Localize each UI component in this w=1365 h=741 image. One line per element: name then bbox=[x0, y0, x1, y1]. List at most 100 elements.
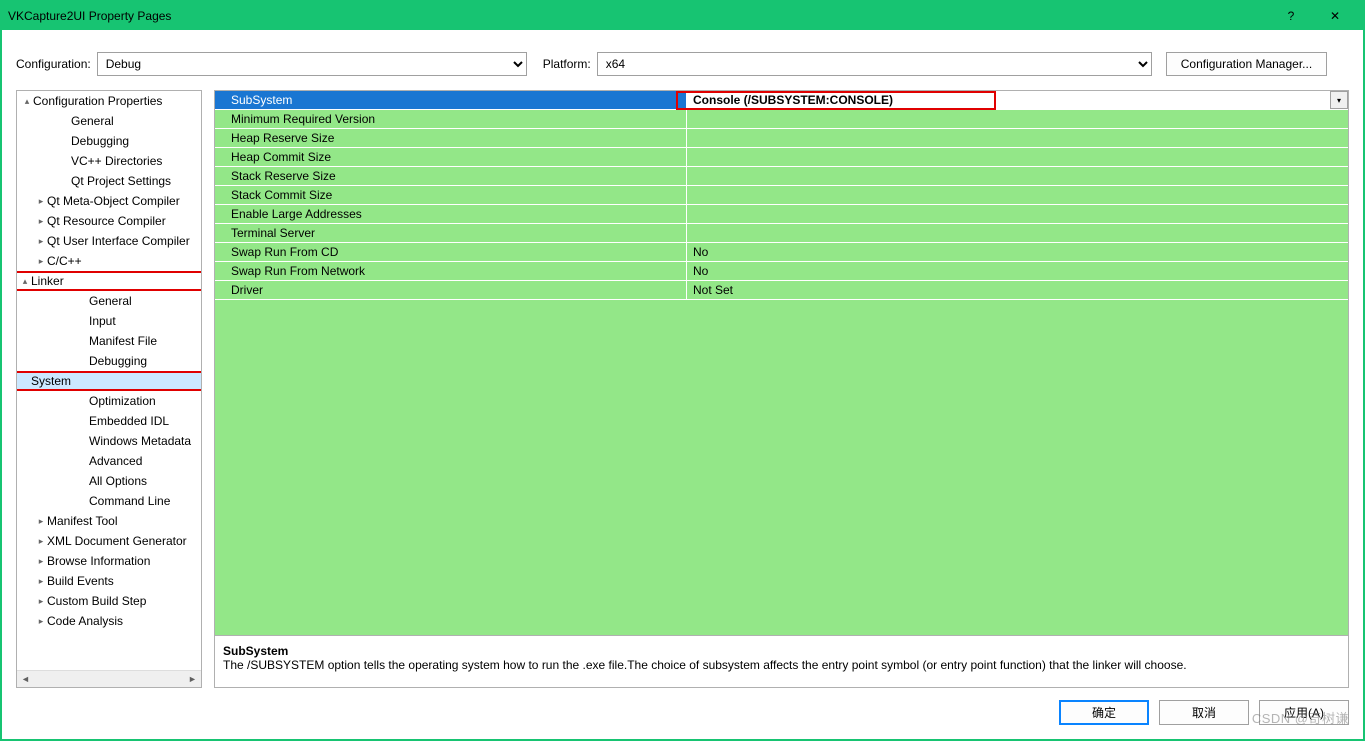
tree-item-label: Embedded IDL bbox=[89, 414, 169, 428]
tree-item-qt-project-settings[interactable]: Qt Project Settings bbox=[17, 171, 202, 191]
tree-item-command-line[interactable]: Command Line bbox=[17, 491, 202, 511]
chevron-right-icon[interactable]: ▸ bbox=[35, 536, 47, 547]
tree-item-c-c-[interactable]: ▸C/C++ bbox=[17, 251, 202, 271]
platform-select[interactable]: x64 bbox=[597, 52, 1152, 76]
property-name: SubSystem bbox=[215, 91, 687, 109]
tree-item-label: Command Line bbox=[89, 494, 170, 508]
property-name: Swap Run From Network bbox=[215, 262, 687, 280]
tree-item-browse-information[interactable]: ▸Browse Information bbox=[17, 551, 202, 571]
property-value[interactable]: No bbox=[687, 243, 1348, 261]
tree-item-configuration-properties[interactable]: ▴Configuration Properties bbox=[17, 91, 202, 111]
property-name: Heap Reserve Size bbox=[215, 129, 687, 147]
tree-item-manifest-tool[interactable]: ▸Manifest Tool bbox=[17, 511, 202, 531]
tree-item-embedded-idl[interactable]: Embedded IDL bbox=[17, 411, 202, 431]
grid-row-swap-run-from-network[interactable]: Swap Run From NetworkNo bbox=[215, 262, 1348, 281]
platform-label: Platform: bbox=[543, 57, 591, 71]
property-grid[interactable]: SubSystemConsole (/SUBSYSTEM:CONSOLE)▾Mi… bbox=[215, 91, 1348, 635]
tree-item-custom-build-step[interactable]: ▸Custom Build Step bbox=[17, 591, 202, 611]
tree-item-system[interactable]: System bbox=[16, 371, 202, 391]
property-value[interactable] bbox=[687, 205, 1348, 223]
tree-item-label: XML Document Generator bbox=[47, 534, 187, 548]
property-value[interactable] bbox=[687, 148, 1348, 166]
help-button[interactable]: ? bbox=[1269, 2, 1313, 30]
tree-item-qt-resource-compiler[interactable]: ▸Qt Resource Compiler bbox=[17, 211, 202, 231]
property-value[interactable] bbox=[687, 110, 1348, 128]
window-title: VKCapture2UI Property Pages bbox=[8, 9, 1269, 23]
property-value[interactable]: Console (/SUBSYSTEM:CONSOLE)▾ bbox=[687, 91, 1348, 109]
grid-row-stack-commit-size[interactable]: Stack Commit Size bbox=[215, 186, 1348, 205]
chevron-right-icon[interactable]: ▸ bbox=[35, 576, 47, 587]
grid-row-driver[interactable]: DriverNot Set bbox=[215, 281, 1348, 300]
tree-horizontal-scrollbar[interactable]: ◄ ► bbox=[17, 670, 201, 687]
tree-item-input[interactable]: Input bbox=[17, 311, 202, 331]
grid-row-stack-reserve-size[interactable]: Stack Reserve Size bbox=[215, 167, 1348, 186]
configuration-select[interactable]: Debug bbox=[97, 52, 527, 76]
chevron-down-icon[interactable]: ▴ bbox=[19, 276, 31, 287]
chevron-down-icon[interactable]: ▾ bbox=[1330, 91, 1348, 109]
close-icon: ✕ bbox=[1330, 9, 1340, 23]
tree-item-label: Browse Information bbox=[47, 554, 150, 568]
grid-row-heap-commit-size[interactable]: Heap Commit Size bbox=[215, 148, 1348, 167]
tree-item-code-analysis[interactable]: ▸Code Analysis bbox=[17, 611, 202, 631]
dialog-buttons: 确定 取消 应用(A) bbox=[2, 688, 1363, 739]
property-value[interactable] bbox=[687, 129, 1348, 147]
property-value[interactable]: Not Set bbox=[687, 281, 1348, 299]
grid-row-terminal-server[interactable]: Terminal Server bbox=[215, 224, 1348, 243]
chevron-right-icon[interactable]: ▸ bbox=[35, 256, 47, 267]
chevron-right-icon[interactable]: ▸ bbox=[35, 516, 47, 527]
tree-item-label: Debugging bbox=[89, 354, 147, 368]
tree-item-windows-metadata[interactable]: Windows Metadata bbox=[17, 431, 202, 451]
property-value[interactable]: No bbox=[687, 262, 1348, 280]
tree-item-debugging[interactable]: Debugging bbox=[17, 351, 202, 371]
property-value[interactable] bbox=[687, 167, 1348, 185]
tree-item-qt-user-interface-compiler[interactable]: ▸Qt User Interface Compiler bbox=[17, 231, 202, 251]
configuration-label: Configuration: bbox=[16, 57, 91, 71]
chevron-right-icon[interactable]: ▸ bbox=[35, 556, 47, 567]
chevron-right-icon[interactable]: ▸ bbox=[35, 216, 47, 227]
apply-button[interactable]: 应用(A) bbox=[1259, 700, 1349, 725]
close-button[interactable]: ✕ bbox=[1313, 2, 1357, 30]
tree-item-qt-meta-object-compiler[interactable]: ▸Qt Meta-Object Compiler bbox=[17, 191, 202, 211]
property-value[interactable] bbox=[687, 224, 1348, 242]
tree-item-vc-directories[interactable]: VC++ Directories bbox=[17, 151, 202, 171]
tree-item-label: General bbox=[71, 114, 114, 128]
property-value[interactable] bbox=[687, 186, 1348, 204]
chevron-right-icon[interactable]: ▸ bbox=[35, 616, 47, 627]
tree-item-general[interactable]: General bbox=[17, 111, 202, 131]
property-tree[interactable]: ▴Configuration PropertiesGeneralDebuggin… bbox=[16, 90, 202, 688]
main-area: ▴Configuration PropertiesGeneralDebuggin… bbox=[2, 90, 1363, 688]
chevron-right-icon[interactable]: ▸ bbox=[35, 196, 47, 207]
grid-row-enable-large-addresses[interactable]: Enable Large Addresses bbox=[215, 205, 1348, 224]
tree-item-label: Build Events bbox=[47, 574, 114, 588]
description-title: SubSystem bbox=[223, 644, 1340, 658]
configuration-bar: Configuration: Debug Platform: x64 Confi… bbox=[2, 30, 1363, 90]
tree-item-label: Manifest File bbox=[89, 334, 157, 348]
tree-item-build-events[interactable]: ▸Build Events bbox=[17, 571, 202, 591]
tree-item-general[interactable]: General bbox=[17, 291, 202, 311]
tree-item-label: Windows Metadata bbox=[89, 434, 191, 448]
configuration-manager-button[interactable]: Configuration Manager... bbox=[1166, 52, 1327, 76]
tree-item-debugging[interactable]: Debugging bbox=[17, 131, 202, 151]
tree-item-advanced[interactable]: Advanced bbox=[17, 451, 202, 471]
chevron-right-icon[interactable]: ▸ bbox=[35, 596, 47, 607]
grid-row-minimum-required-version[interactable]: Minimum Required Version bbox=[215, 110, 1348, 129]
grid-row-heap-reserve-size[interactable]: Heap Reserve Size bbox=[215, 129, 1348, 148]
scroll-right-icon[interactable]: ► bbox=[184, 671, 201, 688]
tree-item-all-options[interactable]: All Options bbox=[17, 471, 202, 491]
chevron-down-icon[interactable]: ▴ bbox=[21, 96, 33, 107]
tree-item-label: System bbox=[31, 374, 71, 388]
tree-item-optimization[interactable]: Optimization bbox=[17, 391, 202, 411]
grid-row-swap-run-from-cd[interactable]: Swap Run From CDNo bbox=[215, 243, 1348, 262]
grid-row-subsystem[interactable]: SubSystemConsole (/SUBSYSTEM:CONSOLE)▾ bbox=[215, 91, 1348, 110]
ok-button[interactable]: 确定 bbox=[1059, 700, 1149, 725]
tree-item-label: Custom Build Step bbox=[47, 594, 146, 608]
cancel-button[interactable]: 取消 bbox=[1159, 700, 1249, 725]
tree-item-label: Configuration Properties bbox=[33, 94, 162, 108]
tree-item-xml-document-generator[interactable]: ▸XML Document Generator bbox=[17, 531, 202, 551]
chevron-right-icon[interactable]: ▸ bbox=[35, 236, 47, 247]
tree-item-label: C/C++ bbox=[47, 254, 82, 268]
tree-item-manifest-file[interactable]: Manifest File bbox=[17, 331, 202, 351]
tree-item-label: Input bbox=[89, 314, 116, 328]
scroll-left-icon[interactable]: ◄ bbox=[17, 671, 34, 688]
tree-item-linker[interactable]: ▴Linker bbox=[16, 271, 202, 291]
